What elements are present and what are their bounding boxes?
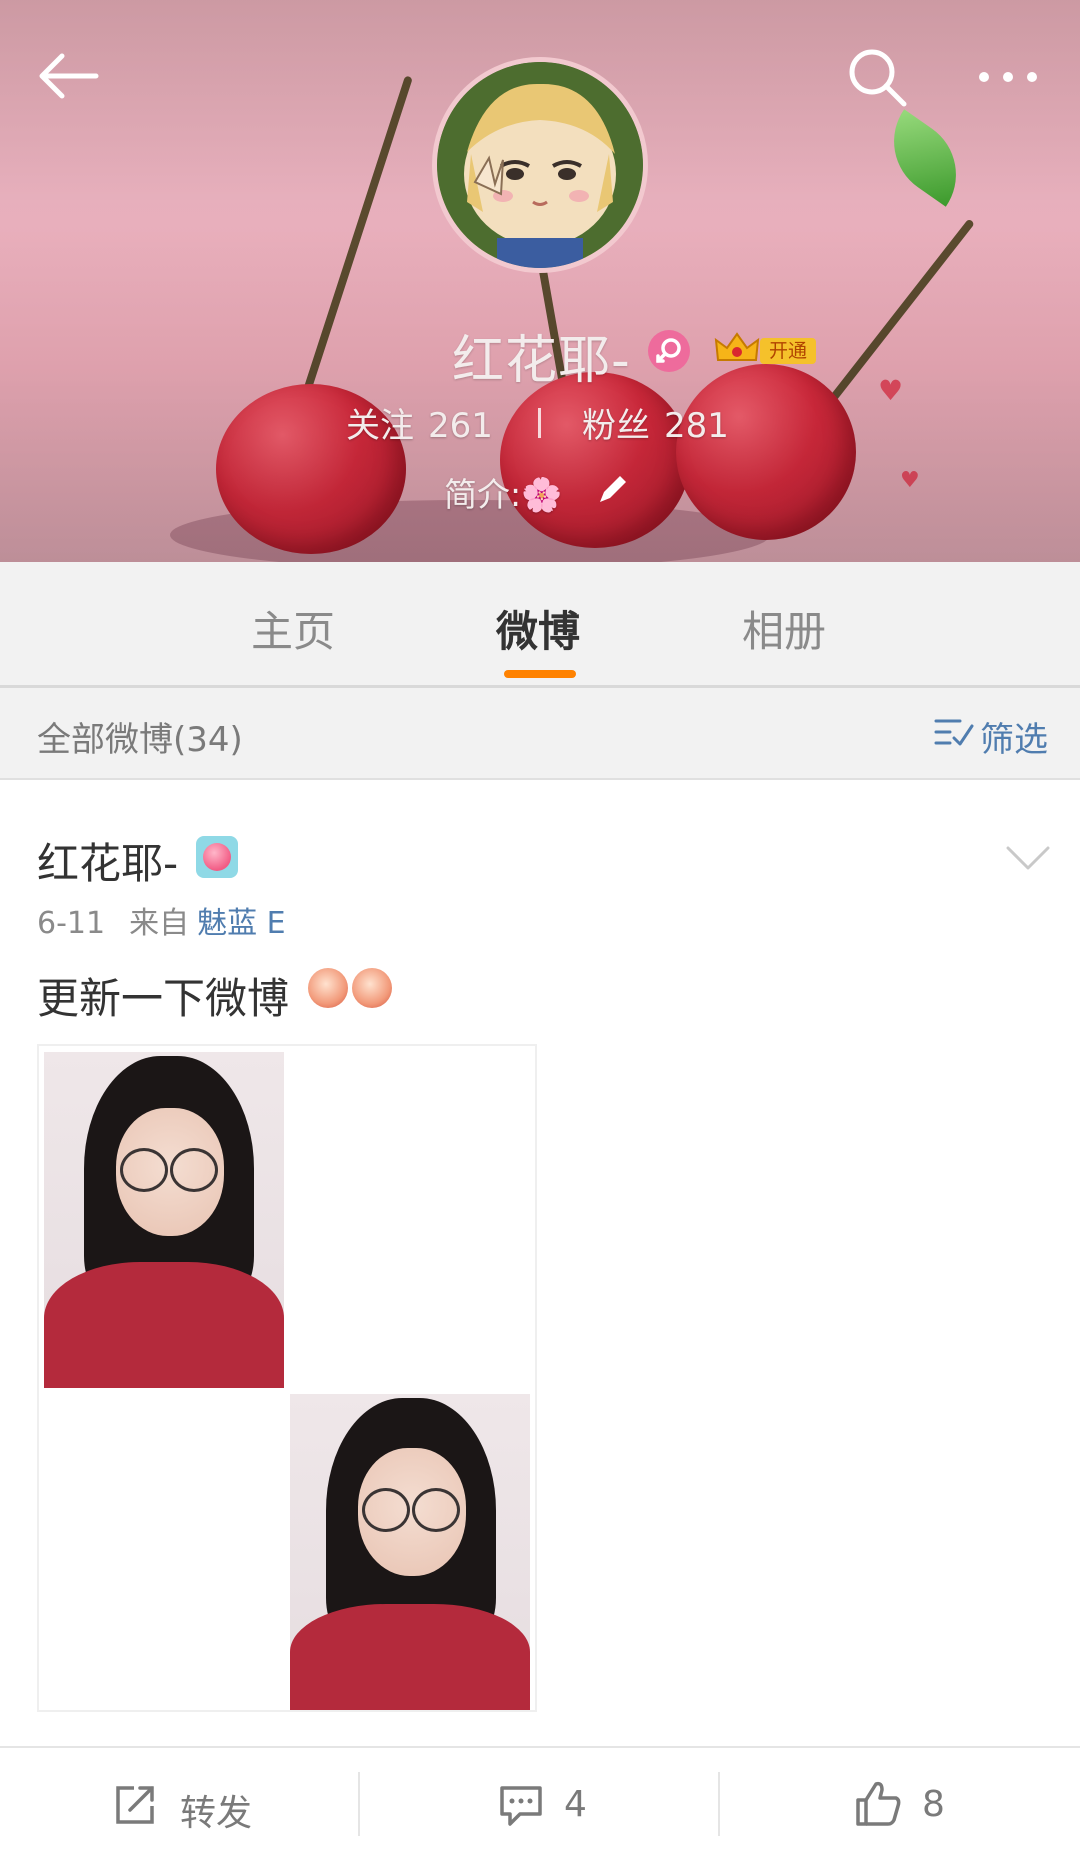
- repost-label: 转发: [180, 1793, 253, 1834]
- back-arrow-icon[interactable]: [30, 36, 110, 116]
- post-from-label: 来自: [129, 906, 190, 941]
- post-meta: 6-11 来自 魅蓝 E: [37, 898, 286, 942]
- thumbs-up-icon: [854, 1778, 904, 1828]
- more-options-icon[interactable]: [968, 36, 1048, 116]
- post-source-device[interactable]: 魅蓝 E: [197, 906, 286, 941]
- following-stat[interactable]: 关注 261: [346, 398, 507, 447]
- edit-bio-pencil-icon[interactable]: [592, 470, 632, 510]
- repost-icon: [112, 1782, 158, 1828]
- followers-count: 281: [664, 406, 729, 446]
- filter-label: 筛选: [980, 720, 1048, 760]
- post-date: 6-11: [37, 906, 106, 941]
- stat-separator: [538, 408, 541, 438]
- profile-username: 红花耶-: [452, 331, 631, 391]
- chevron-down-icon[interactable]: [1000, 838, 1056, 878]
- photo-glasses-shape: [120, 1148, 168, 1192]
- search-icon[interactable]: [838, 36, 918, 116]
- profile-tabs: 主页 微博 相册: [0, 562, 1080, 688]
- comment-icon: [498, 1782, 544, 1828]
- avatar[interactable]: [432, 57, 648, 273]
- tab-weibo[interactable]: 微博: [496, 598, 580, 659]
- photo-glasses-shape: [170, 1148, 218, 1192]
- following-count: 261: [428, 406, 493, 446]
- following-label: 关注: [346, 406, 414, 446]
- vip-activate-label[interactable]: 开通: [760, 338, 816, 364]
- heart-badge-icon: [196, 836, 238, 878]
- like-button[interactable]: 8: [720, 1748, 1080, 1863]
- comment-button[interactable]: 4: [360, 1748, 718, 1863]
- all-posts-count: 全部微博(34): [37, 720, 243, 760]
- followers-stat[interactable]: 粉丝 281: [582, 398, 743, 447]
- female-gender-icon: [648, 330, 690, 372]
- repost-button[interactable]: 转发: [0, 1748, 359, 1863]
- photo-shirt-shape: [44, 1262, 284, 1388]
- filter-bar: 全部微博(34) 筛选: [0, 688, 1080, 780]
- post-author-name[interactable]: 红花耶-: [37, 830, 178, 891]
- post-text: 更新一下微博: [37, 974, 290, 1023]
- post-photo[interactable]: [44, 1052, 284, 1388]
- like-count: 8: [922, 1784, 945, 1825]
- post-image-grid: [37, 1044, 537, 1712]
- photo-shirt-shape: [290, 1604, 530, 1710]
- post-action-bar: 转发 4 8: [0, 1746, 1080, 1863]
- followers-label: 粉丝: [582, 406, 650, 446]
- photo-glasses-shape: [412, 1488, 460, 1532]
- photo-glasses-shape: [362, 1488, 410, 1532]
- tab-album[interactable]: 相册: [742, 598, 826, 659]
- emoji-icon: [352, 968, 392, 1008]
- emoji-icon: [308, 968, 348, 1008]
- avatar-illustration: [437, 62, 643, 268]
- comment-count: 4: [564, 1784, 587, 1825]
- tab-home[interactable]: 主页: [251, 598, 335, 659]
- post-photo[interactable]: [290, 1394, 530, 1710]
- bio-text: 简介:🌸: [444, 475, 563, 514]
- active-tab-indicator: [504, 670, 576, 678]
- filter-checklist-icon: [934, 716, 974, 750]
- profile-header-banner: ♥ ♥: [0, 0, 1080, 562]
